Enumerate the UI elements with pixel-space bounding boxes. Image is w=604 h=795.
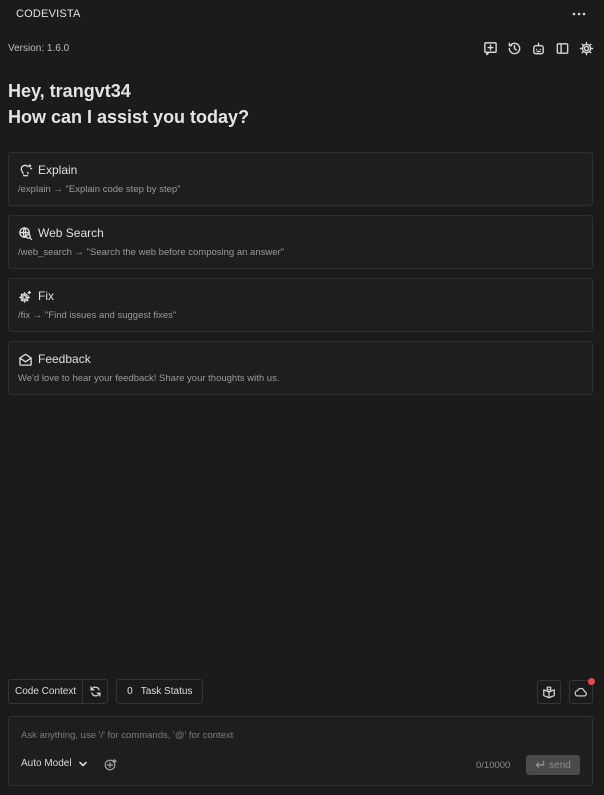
book-icon [543, 686, 555, 698]
card-title: Fix [38, 289, 54, 303]
mail-open-icon [19, 353, 32, 366]
chat-panel: CODEVISTA Version: 1.6.0 Hey, trangvt34 … [0, 0, 604, 795]
toolbar: Version: 1.6.0 [0, 36, 604, 60]
app-title: CODEVISTA [16, 8, 81, 20]
lightbulb-icon [20, 163, 33, 176]
new-chat-icon[interactable] [480, 38, 500, 58]
version-label: Version: 1.6.0 [8, 42, 70, 54]
code-context-control: Code Context [8, 679, 109, 704]
card-description: We'd love to hear your feedback! Share y… [18, 373, 280, 384]
task-status-button[interactable]: 0 Task Status [116, 679, 204, 704]
cloud-icon [574, 687, 587, 697]
card-feedback[interactable]: Feedback We'd love to hear your feedback… [8, 341, 593, 395]
task-status-label: Task Status [140, 686, 193, 697]
model-selector[interactable]: Auto Model [21, 758, 88, 769]
fix-gear-icon [19, 290, 32, 303]
card-description: /fix → "Find issues and suggest fixes" [18, 310, 177, 321]
card-fix[interactable]: Fix /fix → "Find issues and suggest fixe… [8, 278, 593, 332]
card-title: Feedback [38, 352, 91, 366]
context-bar: Code Context 0 Task Status [8, 677, 595, 704]
card-description: /explain → "Explain code step by step" [18, 184, 181, 195]
suggestion-cards: Explain /explain → "Explain code step by… [8, 152, 593, 395]
cloud-button[interactable] [569, 677, 595, 704]
sync-icon[interactable] [83, 680, 107, 703]
bot-icon[interactable] [528, 38, 548, 58]
chevron-down-icon [78, 761, 87, 766]
send-button[interactable]: send [526, 755, 580, 775]
prompt-box: Auto Model 0/10000 send [8, 716, 593, 786]
character-count: 0/10000 [476, 760, 511, 771]
enhance-prompt-icon[interactable] [102, 757, 118, 773]
send-label: send [549, 759, 571, 771]
more-options-icon[interactable] [570, 5, 588, 23]
web-search-icon [19, 226, 33, 240]
model-label: Auto Model [21, 758, 72, 769]
card-title: Explain [38, 163, 78, 177]
greeting-user: Hey, trangvt34 [8, 81, 131, 101]
greeting-question: How can I assist you today? [8, 107, 250, 127]
title-bar: CODEVISTA [0, 0, 604, 28]
history-icon[interactable] [504, 38, 524, 58]
greeting: Hey, trangvt34 How can I assist you toda… [8, 78, 249, 130]
enter-icon [535, 760, 545, 768]
prompt-input[interactable] [21, 727, 581, 743]
code-context-button[interactable]: Code Context [9, 680, 84, 703]
card-description: /web_search → "Search the web before com… [18, 247, 285, 258]
knowledge-book-button[interactable] [537, 679, 561, 704]
sidebar-icon[interactable] [552, 38, 572, 58]
card-explain[interactable]: Explain /explain → "Explain code step by… [8, 152, 593, 206]
toolbar-actions [480, 38, 596, 58]
card-title: Web Search [38, 226, 104, 240]
notification-dot [588, 677, 595, 685]
gear-icon[interactable] [576, 38, 596, 58]
task-count: 0 [127, 686, 133, 697]
card-web-search[interactable]: Web Search /web_search → "Search the web… [8, 215, 593, 269]
